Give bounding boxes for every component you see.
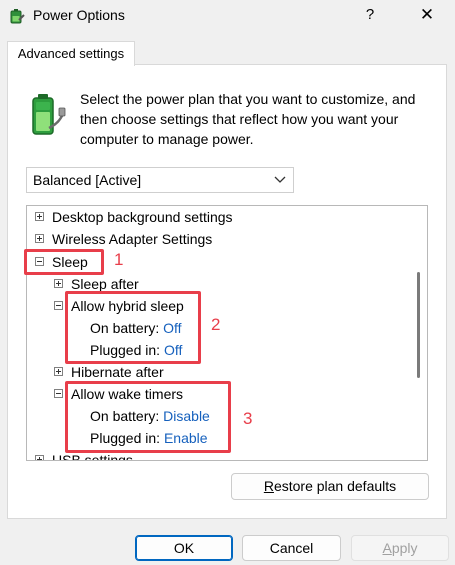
battery-power-icon: [32, 94, 66, 135]
cancel-button[interactable]: Cancel: [242, 535, 341, 561]
help-button[interactable]: ?: [355, 0, 385, 30]
title-bar: Power Options ? ✕: [0, 0, 455, 32]
ok-button[interactable]: OK: [135, 535, 233, 561]
collapse-minus-icon[interactable]: [54, 301, 63, 310]
expand-plus-icon[interactable]: [54, 279, 63, 288]
tab-advanced-settings[interactable]: Advanced settings: [7, 41, 135, 66]
plan-description: Select the power plan that you want to c…: [80, 91, 416, 147]
expand-plus-icon[interactable]: [35, 234, 44, 243]
window-title: Power Options: [33, 7, 125, 23]
annotation-box-wake-timers: [65, 381, 231, 453]
expand-plus-icon[interactable]: [35, 455, 44, 460]
power-plan-selected-value: Balanced [Active]: [33, 172, 142, 188]
annotation-box-sleep: [24, 249, 104, 275]
apply-button-label: pply: [391, 540, 418, 556]
restore-button-label: estore plan defaults: [273, 478, 397, 494]
restore-plan-defaults-button[interactable]: Restore plan defaults: [231, 473, 429, 500]
restore-access-key: R: [263, 478, 274, 494]
expand-plus-icon[interactable]: [54, 367, 63, 376]
power-plan-dropdown[interactable]: Balanced [Active]: [26, 167, 294, 193]
tree-item-label: Wireless Adapter Settings: [52, 231, 213, 247]
apply-button[interactable]: Apply: [351, 535, 449, 561]
collapse-minus-icon[interactable]: [54, 389, 63, 398]
tree-scrollbar-thumb[interactable]: [417, 272, 420, 378]
close-button[interactable]: ✕: [405, 0, 449, 30]
annotation-number-1: 1: [114, 250, 124, 269]
annotation-number-3: 3: [243, 409, 253, 428]
annotation-number-2: 2: [211, 315, 221, 334]
annotation-box-hybrid-sleep: [65, 291, 201, 364]
tree-item-label: Desktop background settings: [52, 209, 233, 225]
power-options-app-icon: [10, 9, 25, 24]
tree-item-label: Hibernate after: [71, 364, 164, 380]
apply-access-key: A: [382, 540, 392, 556]
chevron-down-icon: [274, 168, 286, 201]
expand-plus-icon[interactable]: [35, 212, 44, 221]
